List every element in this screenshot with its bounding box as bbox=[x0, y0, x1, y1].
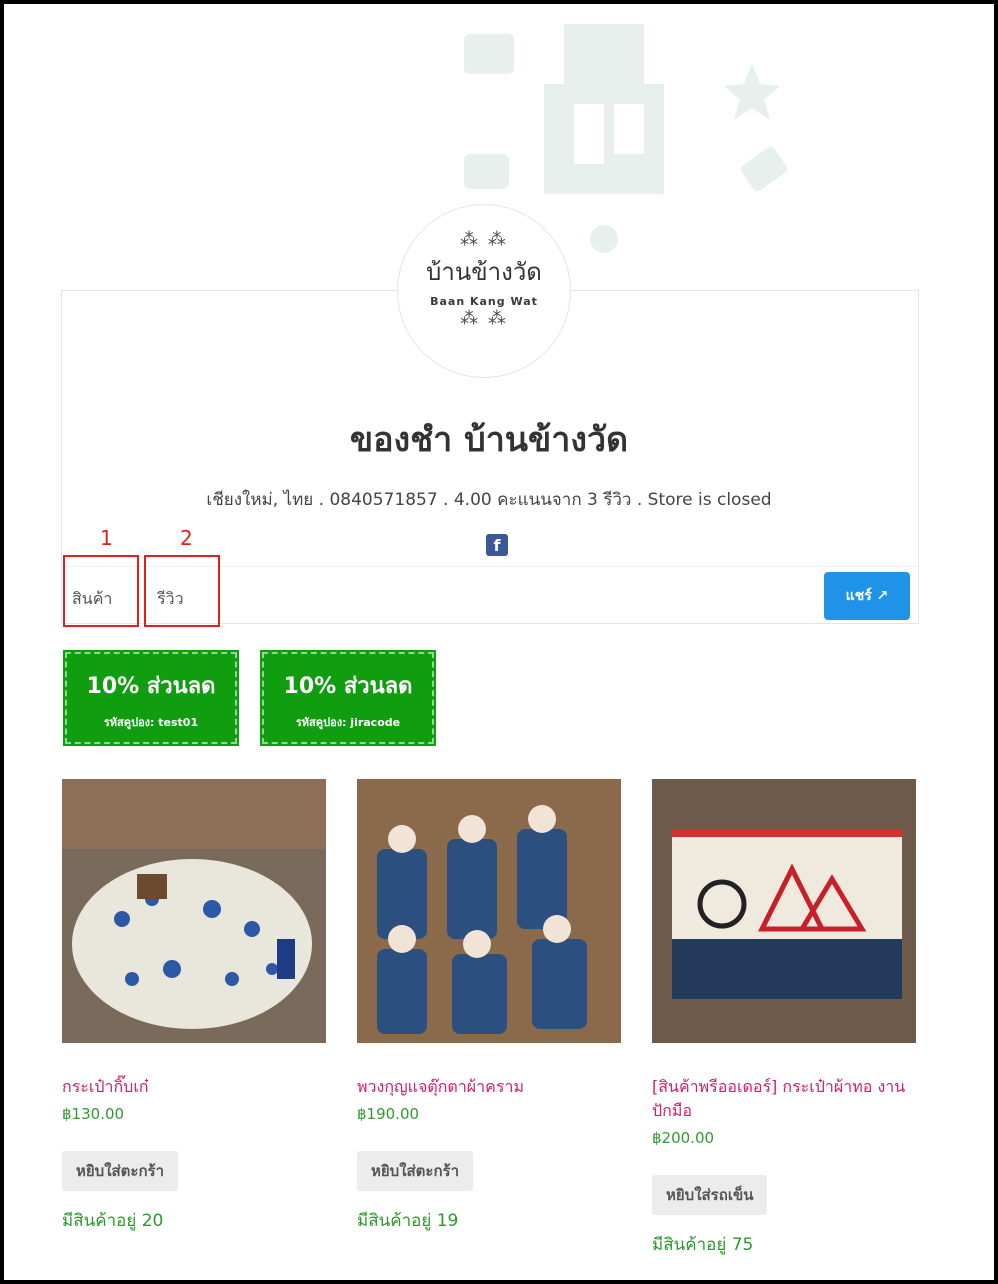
product-price: ฿190.00 bbox=[357, 1105, 420, 1123]
product-price: ฿200.00 bbox=[652, 1129, 715, 1147]
coupon-title: 10% ส่วนลด bbox=[86, 674, 216, 699]
annotation-box bbox=[144, 555, 220, 627]
facebook-icon[interactable]: f bbox=[486, 534, 508, 556]
product-name[interactable]: กระเป๋ากิ๊บเก๋ bbox=[62, 1075, 326, 1099]
share-button[interactable]: แชร์ ↗ bbox=[824, 572, 910, 620]
add-to-cart-button[interactable]: หยิบใส่ตะกร้า bbox=[62, 1151, 179, 1191]
stock-count: มีสินค้าอยู่ 75 bbox=[652, 1235, 754, 1255]
product-price: ฿130.00 bbox=[62, 1105, 125, 1123]
product-card: กระเป๋ากิ๊บเก๋ ฿130.00 หยิบใส่ตะกร้า มีส… bbox=[62, 779, 326, 1234]
coupon-title: 10% ส่วนลด bbox=[283, 674, 413, 699]
product-card: พวงกุญแจตุ๊กตาผ้าคราม ฿190.00 หยิบใส่ตะก… bbox=[357, 779, 621, 1234]
product-image[interactable] bbox=[357, 779, 621, 1043]
logo-thai-text: บ้านข้างวัด bbox=[426, 258, 542, 286]
product-name[interactable]: [สินค้าพรีออเดอร์] กระเป๋าผ้าทอ งานปักมื… bbox=[652, 1075, 916, 1123]
product-card: [สินค้าพรีออเดอร์] กระเป๋าผ้าทอ งานปักมื… bbox=[652, 779, 916, 1258]
coupon-card[interactable]: 10% ส่วนลด รหัสคูปอง: test01 bbox=[63, 650, 239, 746]
annotation-number: 1 bbox=[100, 526, 113, 550]
stock-count: มีสินค้าอยู่ 20 bbox=[62, 1211, 164, 1231]
product-image[interactable] bbox=[62, 779, 326, 1043]
add-to-cart-button[interactable]: หยิบใส่ตะกร้า bbox=[357, 1151, 474, 1191]
annotation-box bbox=[63, 555, 139, 627]
logo-latin-text: Baan Kang Wat bbox=[430, 295, 538, 308]
leaf-ornament-icon: ⁂ ⁂ bbox=[460, 308, 508, 329]
product-image[interactable] bbox=[652, 779, 916, 1043]
annotation-number: 2 bbox=[180, 526, 193, 550]
coupon-code: รหัสคูปอง: test01 bbox=[103, 716, 199, 729]
leaf-ornament-icon: ⁂ ⁂ bbox=[460, 229, 508, 250]
store-logo: ⁂ ⁂ บ้านข้างวัด Baan Kang Wat ⁂ ⁂ bbox=[397, 204, 571, 378]
stock-count: มีสินค้าอยู่ 19 bbox=[357, 1211, 459, 1231]
store-title: ของชำ บ้านข้างวัด bbox=[349, 420, 629, 460]
page-frame: ⁂ ⁂ บ้านข้างวัด Baan Kang Wat ⁂ ⁂ ของชำ … bbox=[0, 0, 998, 1284]
product-name[interactable]: พวงกุญแจตุ๊กตาผ้าคราม bbox=[357, 1075, 621, 1099]
store-meta: เชียงใหม่, ไทย . 0840571857 . 4.00 คะแนน… bbox=[206, 490, 772, 510]
coupon-card[interactable]: 10% ส่วนลด รหัสคูปอง: jiracode bbox=[260, 650, 436, 746]
coupon-code: รหัสคูปอง: jiracode bbox=[295, 716, 401, 729]
add-to-cart-button[interactable]: หยิบใส่รถเข็น bbox=[652, 1175, 768, 1215]
